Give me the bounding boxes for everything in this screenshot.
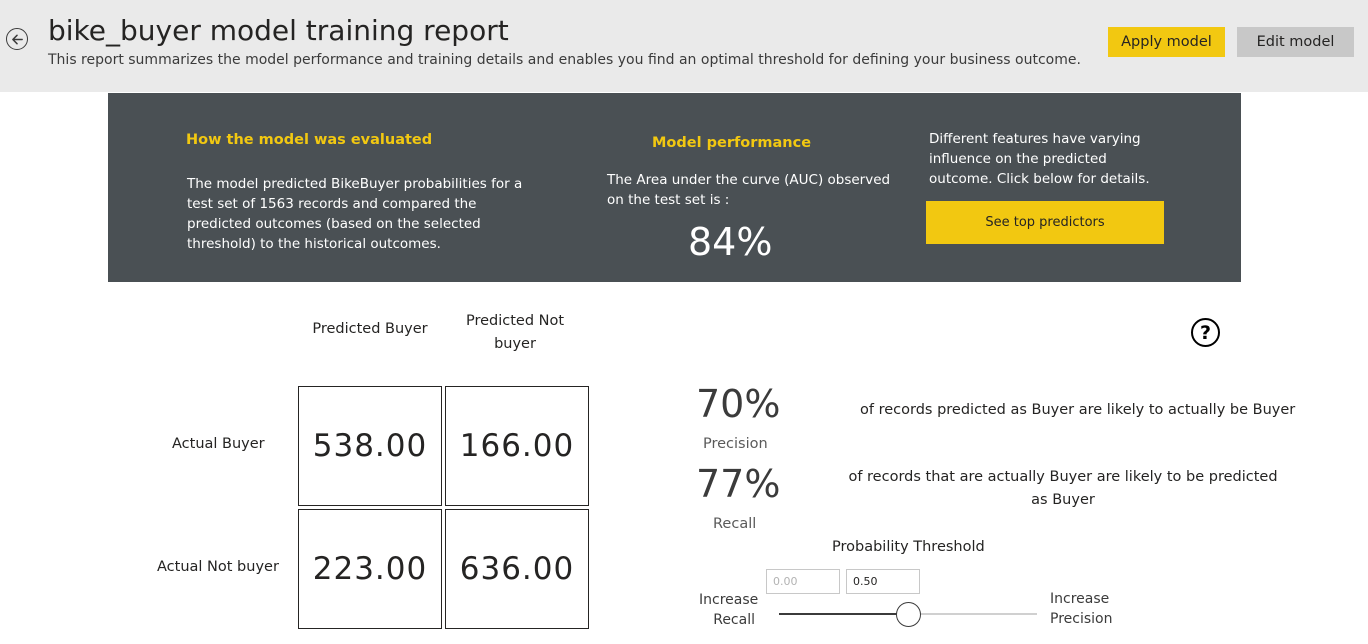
- precision-value: 70%: [696, 382, 781, 426]
- matrix-cell-false-positive: 223.00: [298, 509, 442, 629]
- matrix-cell-false-negative: 166.00: [445, 386, 589, 506]
- see-top-predictors-button[interactable]: See top predictors: [926, 201, 1164, 244]
- col-label-predicted-not-buyer: Predicted Not buyer: [465, 313, 565, 352]
- evaluation-text: The model predicted BikeBuyer probabilit…: [187, 176, 523, 252]
- col-label-predicted-buyer: Predicted Buyer: [312, 321, 428, 337]
- threshold-slider-handle[interactable]: [896, 602, 921, 627]
- back-arrow-icon[interactable]: [6, 28, 28, 50]
- threshold-value-input[interactable]: 0.50: [846, 569, 920, 594]
- edit-model-button[interactable]: Edit model: [1237, 27, 1354, 57]
- help-icon[interactable]: ?: [1191, 318, 1220, 347]
- row-label-actual-not-buyer: Actual Not buyer: [157, 559, 279, 575]
- performance-heading: Model performance: [652, 135, 812, 151]
- page-title: bike_buyer model training report: [48, 14, 509, 47]
- summary-panel: How the model was evaluated The model pr…: [108, 93, 1241, 282]
- precision-description: of records predicted as Buyer are likely…: [860, 402, 1296, 418]
- increase-precision-label: Increase Precision: [1050, 591, 1113, 627]
- threshold-slider-fill: [779, 613, 908, 615]
- row-label-actual-buyer: Actual Buyer: [172, 436, 265, 452]
- page-subtitle: This report summarizes the model perform…: [48, 52, 1081, 68]
- recall-description: of records that are actually Buyer are l…: [848, 469, 1278, 508]
- apply-model-button[interactable]: Apply model: [1108, 27, 1225, 57]
- precision-label: Precision: [703, 436, 768, 452]
- recall-value: 77%: [696, 462, 781, 506]
- matrix-cell-true-positive: 538.00: [298, 386, 442, 506]
- performance-text: The Area under the curve (AUC) observed …: [607, 172, 891, 208]
- recall-label: Recall: [713, 516, 757, 532]
- auc-value: 84%: [688, 220, 773, 264]
- evaluation-heading: How the model was evaluated: [186, 132, 433, 148]
- matrix-cell-true-negative: 636.00: [445, 509, 589, 629]
- threshold-min-input[interactable]: 0.00: [766, 569, 840, 594]
- threshold-title: Probability Threshold: [832, 539, 985, 555]
- report-header: bike_buyer model training report This re…: [0, 0, 1368, 92]
- features-text: Different features have varying influenc…: [929, 131, 1150, 187]
- increase-recall-label: Increase Recall: [699, 592, 759, 628]
